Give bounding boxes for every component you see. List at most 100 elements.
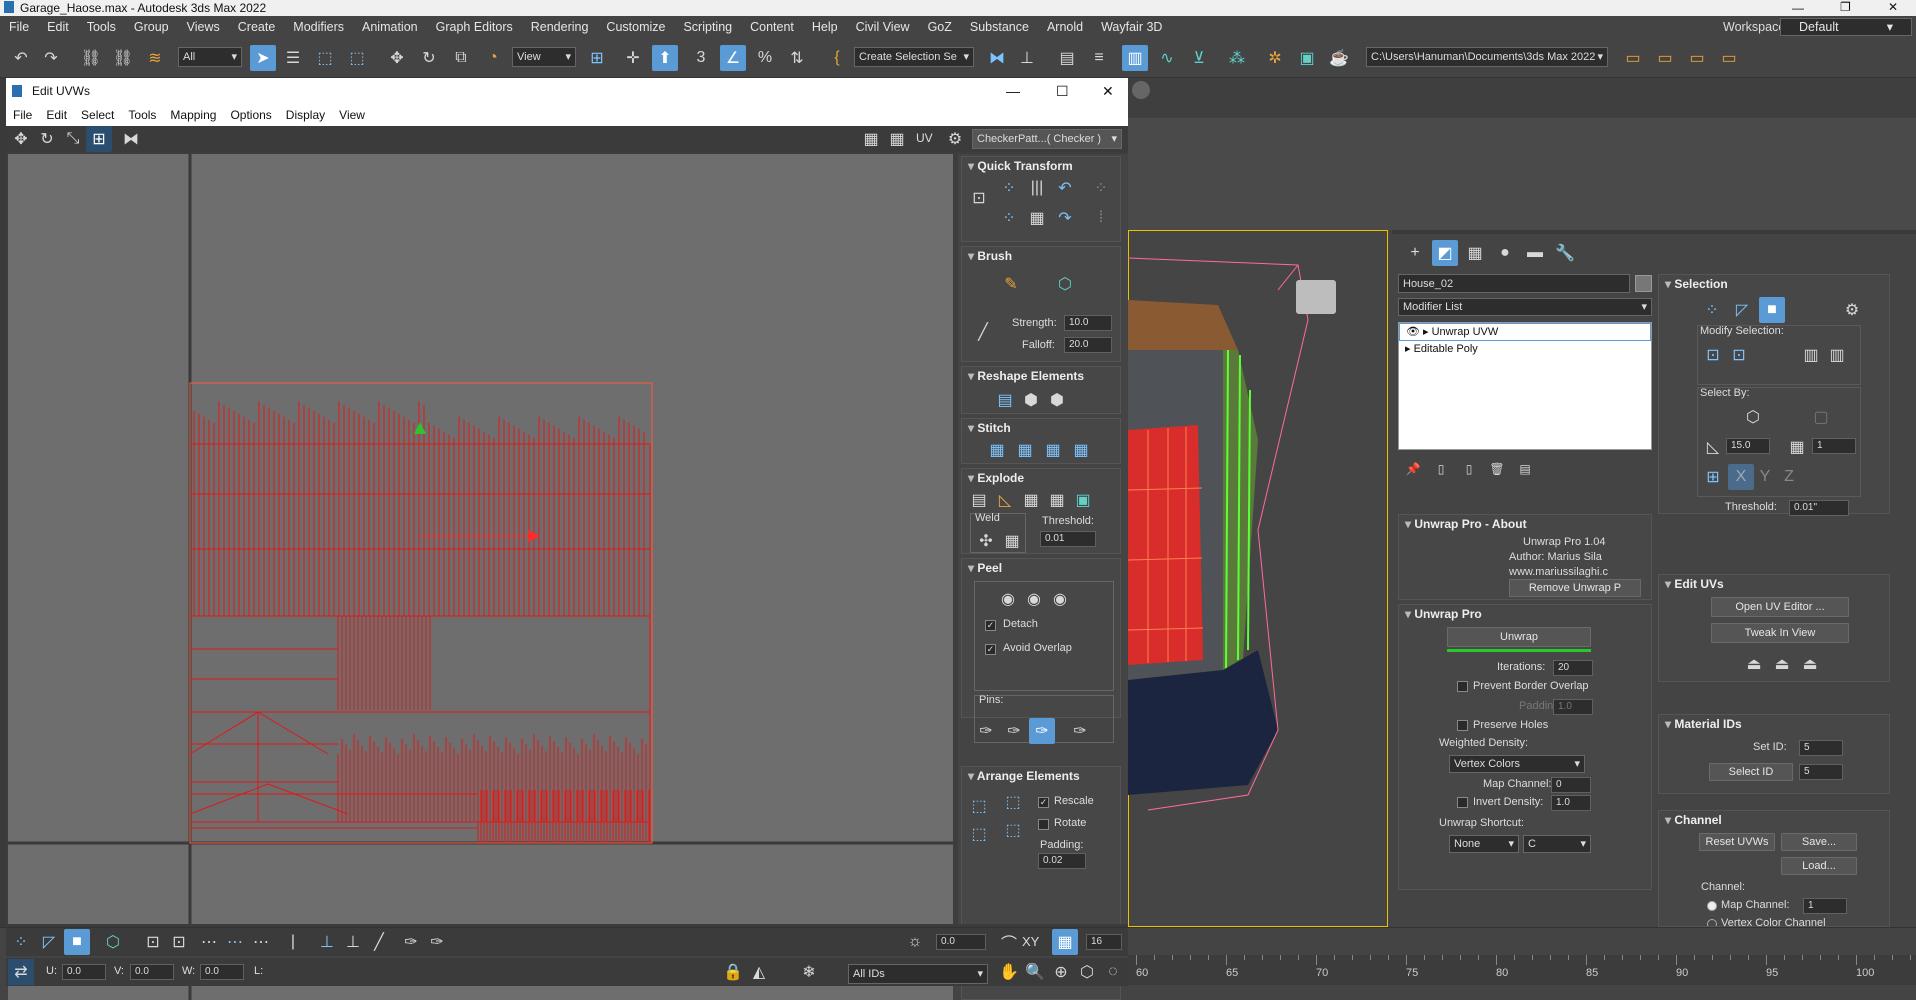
zoom-extents-icon[interactable]: ⬡ <box>1074 959 1100 985</box>
zoom-icon[interactable]: 🔍 <box>1022 959 1048 985</box>
project-settings-icon[interactable]: ▭ <box>1716 45 1742 71</box>
modify-tab-icon[interactable]: ◩ <box>1432 240 1458 266</box>
detach-checkbox[interactable]: ✓ <box>985 620 996 631</box>
rollout-title[interactable]: Unwrap Pro - About <box>1399 515 1651 533</box>
scene-explorer-icon[interactable]: ▤ <box>1054 45 1080 71</box>
load-button[interactable]: Load... <box>1781 857 1857 875</box>
arrange-padding-spinner[interactable]: 0.02 <box>1038 853 1086 869</box>
map-channel-spinner[interactable]: 0 <box>1551 777 1591 793</box>
uv-grid-snap-icon[interactable]: ▦ <box>1052 929 1078 955</box>
menu-graph-editors[interactable]: Graph Editors <box>427 16 522 38</box>
v-spinner[interactable]: 0.0 <box>130 964 174 980</box>
padding-spinner[interactable]: 1.0 <box>1553 699 1593 715</box>
checker-map-icon[interactable]: ▦ <box>884 126 910 152</box>
rollout-title[interactable]: Explode <box>962 469 1120 487</box>
uv-loop-icon[interactable]: ⋯ <box>196 929 222 955</box>
set-id-spinner[interactable]: 5 <box>1799 740 1843 756</box>
uv-xy-label[interactable]: XY <box>1022 934 1039 949</box>
zoom-region-icon[interactable]: ⊕ <box>1048 959 1074 985</box>
uv-falloff-icon[interactable]: ⌒ <box>996 929 1022 955</box>
select-by-name-icon[interactable]: ☰ <box>280 45 306 71</box>
utilities-tab-icon[interactable]: 🔧 <box>1552 240 1578 266</box>
uvw-minimize-icon[interactable]: — <box>1006 78 1020 104</box>
menu-wayfair-3d[interactable]: Wayfair 3D <box>1092 16 1171 38</box>
strength-spinner[interactable]: 10.0 <box>1064 315 1112 331</box>
weld-threshold-spinner[interactable]: 0.01 <box>1040 531 1096 547</box>
uvw-menu-select[interactable]: Select <box>74 104 121 126</box>
uvw-menu-tools[interactable]: Tools <box>121 104 163 126</box>
menu-file[interactable]: File <box>0 16 38 38</box>
pack-custom-icon[interactable]: ⬚ <box>966 793 992 819</box>
break-icon[interactable]: ▤ <box>966 487 992 513</box>
peel-reset-icon[interactable]: ◉ <box>1047 586 1073 612</box>
rollout-title[interactable]: Reshape Elements <box>962 367 1120 385</box>
space-vertical-icon[interactable]: ▦ <box>1024 205 1050 231</box>
uv-freeform-icon[interactable]: ⊞ <box>86 126 112 152</box>
invert-density-spinner[interactable]: 1.0 <box>1551 795 1591 811</box>
stack-item-unwrap[interactable]: 👁 ▸ Unwrap UVW <box>1399 323 1651 341</box>
uv-paint-brush-icon[interactable]: ✑ <box>398 929 424 955</box>
menu-scripting[interactable]: Scripting <box>674 16 741 38</box>
uvw-close-icon[interactable]: ✕ <box>1102 78 1114 104</box>
undo-icon[interactable]: ↶ <box>8 45 34 71</box>
flatten-by-material-icon[interactable]: ▦ <box>1044 487 1070 513</box>
rollout-title[interactable]: Unwrap Pro <box>1399 605 1651 623</box>
pan-icon[interactable]: ✋ <box>996 959 1022 985</box>
menu-animation[interactable]: Animation <box>353 16 427 38</box>
move-icon[interactable]: ✥ <box>384 45 410 71</box>
uv-element-icon[interactable]: ⬡ <box>100 929 126 955</box>
rollout-title[interactable]: Arrange Elements <box>962 767 1120 785</box>
tweak-in-view-button[interactable]: Tweak In View <box>1711 623 1849 643</box>
angle-spinner[interactable]: 15.0 <box>1726 438 1770 454</box>
rollout-title[interactable]: Stitch <box>962 419 1120 437</box>
minimize-icon[interactable]: — <box>1792 0 1804 16</box>
rollout-title[interactable]: Peel <box>962 559 1120 577</box>
grow-selection-icon[interactable]: ⊡ <box>1700 342 1726 368</box>
break-by-angle-icon[interactable]: ◺ <box>992 487 1018 513</box>
select-object-icon[interactable]: ➤ <box>250 45 276 71</box>
material-editor-icon[interactable]: ⁂ <box>1224 45 1250 71</box>
select-manipulate-icon[interactable]: ✛ <box>620 45 646 71</box>
rollout-title[interactable]: Edit UVs <box>1659 575 1889 593</box>
vertex-mode-icon[interactable]: ⁘ <box>1699 297 1725 323</box>
flatten-by-smoothing-icon[interactable]: ▦ <box>1018 487 1044 513</box>
uvw-menu-view[interactable]: View <box>332 104 372 126</box>
sphere-icon[interactable] <box>1132 81 1150 99</box>
straighten-icon[interactable]: ▤ <box>992 387 1018 413</box>
align-icon[interactable]: ⊥ <box>1014 45 1040 71</box>
pin-icon[interactable]: ✑ <box>973 718 999 744</box>
quick-planar-map-icon[interactable]: ⏏ <box>1741 651 1767 677</box>
toggle-ribbon-icon[interactable]: ▥ <box>1122 45 1148 71</box>
uv-shrink-icon[interactable]: ⊡ <box>166 929 192 955</box>
window-crossing-icon[interactable]: ⬚ <box>344 45 370 71</box>
pin-stack-icon[interactable]: 📌 <box>1400 456 1426 482</box>
peel-mode-icon[interactable]: ◉ <box>1021 586 1047 612</box>
uv-vertex-icon[interactable]: ⁘ <box>8 929 34 955</box>
shortcut-key-select[interactable]: C ▾ <box>1523 835 1591 853</box>
render-setup-icon[interactable]: ✲ <box>1262 45 1288 71</box>
avoid-overlap-checkbox[interactable]: ✓ <box>985 644 996 655</box>
menu-tools[interactable]: Tools <box>78 16 125 38</box>
uv-polygon-icon[interactable]: ■ <box>64 929 90 955</box>
menu-substance[interactable]: Substance <box>961 16 1038 38</box>
invert-density-checkbox[interactable] <box>1457 797 1468 808</box>
rotate-icon[interactable]: ↻ <box>416 45 442 71</box>
render-frame-icon[interactable]: ▣ <box>1294 45 1320 71</box>
uv-scale-icon[interactable]: ⤡ <box>60 126 86 152</box>
bind-spacewarp-icon[interactable]: ≋ <box>142 45 168 71</box>
placement-icon[interactable]: ◔ <box>480 45 506 71</box>
iterations-spinner[interactable]: 20 <box>1553 660 1593 676</box>
uv-grow-icon[interactable]: ⊡ <box>140 929 166 955</box>
stack-item-editable-poly[interactable]: ▸ Editable Poly <box>1399 341 1651 359</box>
percent-snap-icon[interactable]: % <box>752 45 778 71</box>
uv-soft-select-icon[interactable]: ☼ <box>902 929 928 955</box>
select-id-button[interactable]: Select ID <box>1709 763 1793 781</box>
uv-mirror-icon[interactable]: ⧓ <box>118 126 144 152</box>
show-map-icon[interactable]: ▦ <box>858 126 884 152</box>
menu-customize[interactable]: Customize <box>597 16 674 38</box>
threshold-spinner[interactable]: 0.01" <box>1789 500 1849 516</box>
link-icon[interactable]: ⛓ <box>78 45 104 71</box>
perspective-viewport[interactable] <box>1128 230 1388 927</box>
menu-civil-view[interactable]: Civil View <box>847 16 919 38</box>
loop-selection-icon[interactable]: ▥ <box>1824 342 1850 368</box>
